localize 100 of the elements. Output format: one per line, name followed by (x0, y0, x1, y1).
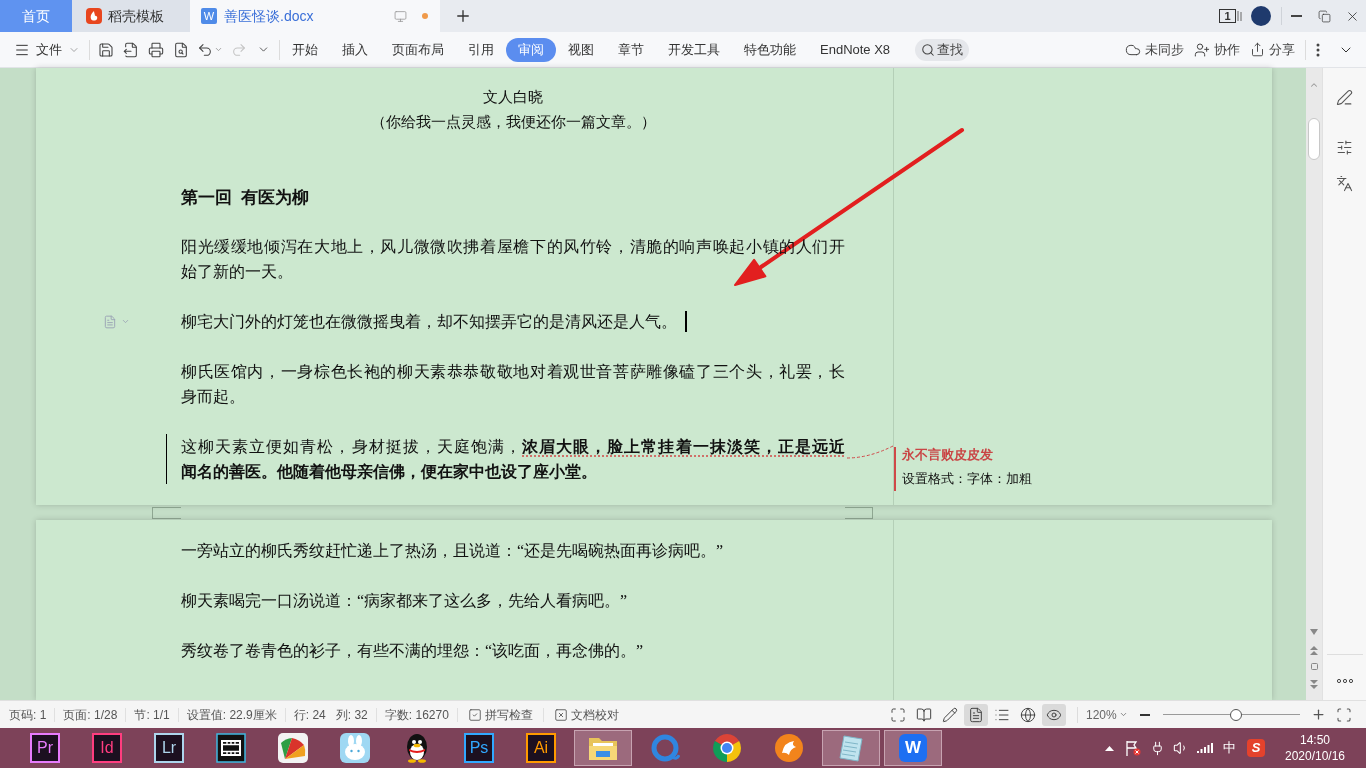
expand-icon (890, 706, 906, 723)
app-logo: Id (92, 733, 122, 763)
next-page-icon[interactable] (1310, 680, 1318, 689)
fan-chart-icon (278, 733, 308, 763)
ribbon-tab[interactable]: 开始 (280, 37, 330, 62)
minus-icon (1140, 713, 1150, 716)
status-field: 行: 24 (293, 705, 326, 724)
ribbon-tab[interactable]: 引用 (456, 37, 506, 62)
ribbon-tab[interactable]: 页面布局 (380, 37, 456, 62)
status-field: 页面: 1/28 (63, 705, 118, 724)
file-menu-button[interactable]: 文件 (14, 39, 80, 60)
collab-button[interactable]: 协作 (1194, 39, 1240, 60)
save-icon (97, 41, 114, 58)
sliders-icon (1336, 138, 1353, 156)
print-icon (147, 41, 164, 58)
proofread-button[interactable]: 文档校对 (553, 705, 619, 724)
ring-icon (650, 733, 680, 763)
spell-check-button[interactable]: 拼写检查 (467, 705, 533, 724)
plus-icon (1310, 707, 1326, 722)
previous-page-icon[interactable] (1310, 646, 1318, 655)
penguin-icon (404, 733, 430, 763)
tab[interactable]: W 善医怪谈.docx (190, 0, 440, 32)
monitor-icon (394, 9, 407, 23)
film-strip-icon (216, 733, 246, 763)
translate-icon (1336, 174, 1353, 192)
paragraph-handle[interactable] (103, 314, 130, 329)
swoosh-disc-icon (774, 733, 804, 763)
plus-icon (454, 7, 472, 25)
clock[interactable]: 14:50 2020/10/16 (1280, 732, 1350, 764)
input-method-button[interactable]: 中 (1217, 738, 1241, 758)
globe-icon (1020, 706, 1036, 723)
taskbar-app-button[interactable]: Lr (140, 730, 198, 766)
search-button[interactable]: 查找 (915, 38, 970, 61)
scroll-down-icon[interactable] (1310, 629, 1318, 635)
pen-icon (1336, 88, 1353, 106)
subtitle: （你给我一点灵感，我便还你一篇文章。） (370, 113, 656, 132)
status-field: 节: 1/1 (134, 705, 170, 724)
paragraph: 柳宅大门外的灯笼也在微微摇曳着，却不知摆弄它的是清风还是人气。 (181, 312, 677, 332)
slider-thumb[interactable] (1229, 708, 1242, 721)
up-triangle-icon (1104, 745, 1114, 751)
check-box-icon (467, 707, 482, 722)
add-user-icon (1194, 41, 1210, 58)
view-mode-button[interactable] (964, 703, 988, 726)
zoom-slider[interactable] (1163, 708, 1300, 721)
revision-comment[interactable]: 永不言败皮皮发 设置格式：字体：加粗 (894, 447, 1094, 491)
file-export-icon (122, 41, 139, 58)
document-icon (103, 314, 117, 329)
paragraph: 柳氏医馆内，一身棕色长袍的柳天素恭恭敬敬地对着观世音菩萨雕像磕了三个头，礼罢，长 身而起。 (181, 362, 845, 407)
vertical-scrollbar[interactable] (1306, 68, 1322, 700)
status-field: 设置值: 22.9厘米 (186, 705, 277, 724)
more-icon (1336, 679, 1353, 683)
paragraph: 柳天素喝完一口汤说道：“病家都来了这么多，先给人看病吧。” (181, 591, 628, 611)
taskbar-app-button[interactable]: Pr (16, 730, 74, 766)
open-book-icon (916, 706, 932, 723)
ribbon-tab[interactable]: 开发工具 (656, 37, 732, 62)
share-button[interactable]: 分享 (1250, 39, 1295, 60)
caret-icon (213, 45, 223, 54)
chrome-icon (712, 733, 742, 763)
rabbit-icon (340, 733, 370, 763)
ribbon-tab[interactable]: 插入 (330, 37, 380, 62)
ime-logo[interactable]: S (1247, 739, 1265, 757)
stacked-bars-icon (1237, 10, 1242, 22)
pencil-icon (942, 706, 958, 723)
caret-icon (1118, 710, 1128, 719)
signal-bars-icon (1197, 742, 1213, 754)
tab[interactable]: 稻壳模板 (72, 0, 190, 32)
ribbon-tab[interactable]: 特色功能 (732, 37, 808, 62)
comment-author: 永不言败皮皮发 (902, 447, 994, 463)
avatar[interactable] (1251, 6, 1271, 26)
app-logo: Pr (30, 733, 60, 763)
paragraph: 这柳天素立便如青松，身材挺拔，天庭饱满，浓眉大眼，脸上常挂着一抹淡笑，正是远近 闻名的善医。他随着他母亲信佛，便在家中也设了座小堂。 (181, 437, 845, 482)
scrollbar-thumb[interactable] (1308, 118, 1320, 160)
caret-icon (121, 317, 130, 326)
print-preview-icon (172, 41, 189, 58)
cloud-button[interactable]: 未同步 (1125, 39, 1184, 60)
undo-icon (196, 41, 213, 58)
restore-icon (1317, 9, 1331, 23)
taskbar-app-button[interactable]: W (884, 730, 942, 766)
corner-frame-icon (1336, 706, 1352, 723)
status-field: 页码: 1 (9, 705, 47, 724)
browse-object-icon[interactable] (1310, 663, 1318, 670)
share-icon (1250, 42, 1265, 57)
status-field: 列: 32 (335, 705, 368, 724)
taskbar-app-button[interactable]: Ai (512, 730, 570, 766)
ribbon-tab[interactable]: 章节 (606, 37, 656, 62)
cross-box-icon (553, 707, 568, 722)
notepad-icon (836, 733, 866, 763)
flag-with-cross-icon (1125, 740, 1141, 756)
taskbar-app-button[interactable]: Ps (450, 730, 508, 766)
ribbon-tab[interactable]: EndNote X8 (808, 37, 903, 62)
flame-logo-icon (86, 8, 102, 24)
zoom-level-button[interactable]: 120% (1086, 705, 1130, 724)
ribbon-tab[interactable]: 视图 (556, 37, 606, 62)
app-logo: Ps (464, 733, 494, 763)
comment-connector (847, 444, 894, 460)
app-logo: Lr (154, 733, 184, 763)
taskbar-app-button[interactable]: Id (78, 730, 136, 766)
view-mode-button[interactable] (1042, 703, 1066, 726)
window-count-badge[interactable]: 1 (1219, 9, 1236, 23)
page-corner-mark (152, 506, 181, 519)
